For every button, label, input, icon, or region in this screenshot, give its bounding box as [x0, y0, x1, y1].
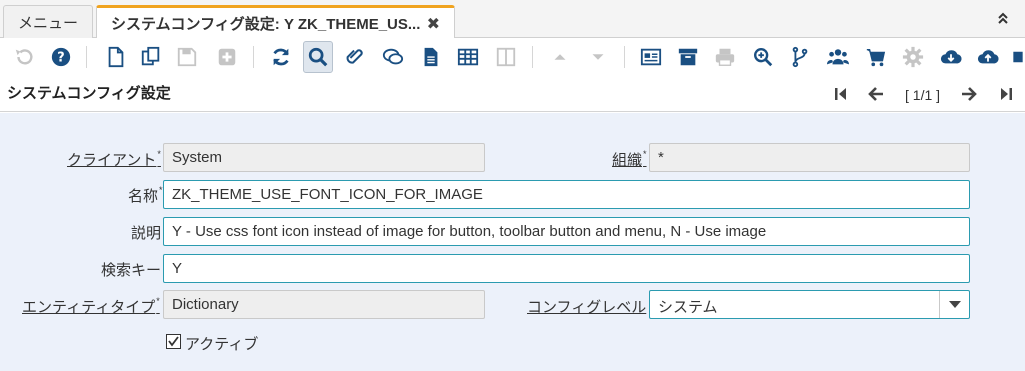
- organization-label[interactable]: 組織*: [612, 149, 647, 169]
- name-input[interactable]: ZK_THEME_USE_FONT_ICON_FOR_IMAGE: [163, 180, 970, 209]
- users-icon[interactable]: [823, 41, 853, 73]
- upload-icon[interactable]: [973, 41, 1003, 73]
- down-icon[interactable]: [583, 41, 613, 73]
- config-level-select[interactable]: システム: [649, 290, 970, 319]
- search-key-input[interactable]: Y: [163, 254, 970, 283]
- previous-record-icon[interactable]: [867, 86, 885, 107]
- toolbar: ?: [0, 38, 1025, 76]
- entity-type-field: Dictionary: [163, 290, 485, 319]
- page-title: システムコンフィグ設定: [7, 85, 171, 102]
- toolbar-separator: [253, 46, 254, 68]
- up-icon[interactable]: [545, 41, 575, 73]
- client-field: System: [163, 143, 485, 172]
- refresh-icon[interactable]: [266, 41, 296, 73]
- grid-icon[interactable]: [453, 41, 483, 73]
- record-indicator: [ 1/1 ]: [905, 87, 941, 103]
- record-form: クライアント* System 組織* * 名称* ZK_THEME_USE_FO…: [0, 113, 1025, 371]
- toolbar-separator: [624, 46, 625, 68]
- add-icon[interactable]: [212, 41, 242, 73]
- next-record-icon[interactable]: [960, 86, 978, 107]
- chevron-down-icon[interactable]: [939, 291, 969, 318]
- close-icon[interactable]: ✖: [427, 14, 440, 34]
- cart-icon[interactable]: [861, 41, 891, 73]
- organization-field: *: [649, 143, 970, 172]
- attachment-icon[interactable]: [340, 41, 370, 73]
- name-label: 名称*: [128, 185, 163, 205]
- save-icon[interactable]: [172, 41, 202, 73]
- svg-text:?: ?: [57, 51, 64, 66]
- download-icon[interactable]: [936, 41, 966, 73]
- last-record-icon[interactable]: [999, 86, 1013, 107]
- first-record-icon[interactable]: [834, 86, 848, 107]
- collapse-icon[interactable]: [997, 12, 1009, 24]
- copy-icon[interactable]: [136, 41, 166, 73]
- new-icon[interactable]: [101, 41, 131, 73]
- toolbar-separator: [532, 46, 533, 68]
- description-label: 説明: [131, 225, 162, 242]
- undo-icon[interactable]: [9, 41, 39, 73]
- client-label[interactable]: クライアント*: [67, 149, 161, 169]
- config-level-label[interactable]: コンフィグレベル: [527, 296, 646, 316]
- tab-menu[interactable]: メニュー: [3, 5, 93, 38]
- toolbar-separator: [86, 46, 87, 68]
- entity-type-label[interactable]: エンティティタイプ*: [22, 296, 160, 316]
- tab-system-config[interactable]: システムコンフィグ設定: Y ZK_THEME_US... ✖: [96, 5, 455, 39]
- active-checkbox[interactable]: [166, 334, 181, 349]
- process-icon[interactable]: [673, 41, 703, 73]
- settings-icon[interactable]: [898, 41, 928, 73]
- zoom-across-icon[interactable]: [748, 41, 778, 73]
- help-icon[interactable]: ?: [46, 41, 76, 73]
- config-level-value: システム: [658, 299, 718, 316]
- active-label: アクティブ: [185, 336, 259, 353]
- description-input[interactable]: Y - Use css font icon instead of image f…: [163, 217, 970, 246]
- report-icon[interactable]: [416, 41, 446, 73]
- workflow-icon[interactable]: [785, 41, 815, 73]
- tab-system-config-label: システムコンフィグ設定: Y ZK_THEME_US...: [111, 16, 421, 33]
- print-icon[interactable]: [710, 41, 740, 73]
- window-tab-bar: メニュー システムコンフィグ設定: Y ZK_THEME_US... ✖: [0, 0, 1025, 39]
- search-key-label: 検索キー: [101, 262, 162, 279]
- find-icon[interactable]: [303, 41, 333, 73]
- record-header: システムコンフィグ設定 [ 1/1 ]: [0, 76, 1025, 112]
- chat-icon[interactable]: [378, 41, 408, 73]
- split-icon[interactable]: [491, 41, 521, 73]
- archive-icon[interactable]: [636, 41, 666, 73]
- more-icon[interactable]: [1011, 41, 1025, 73]
